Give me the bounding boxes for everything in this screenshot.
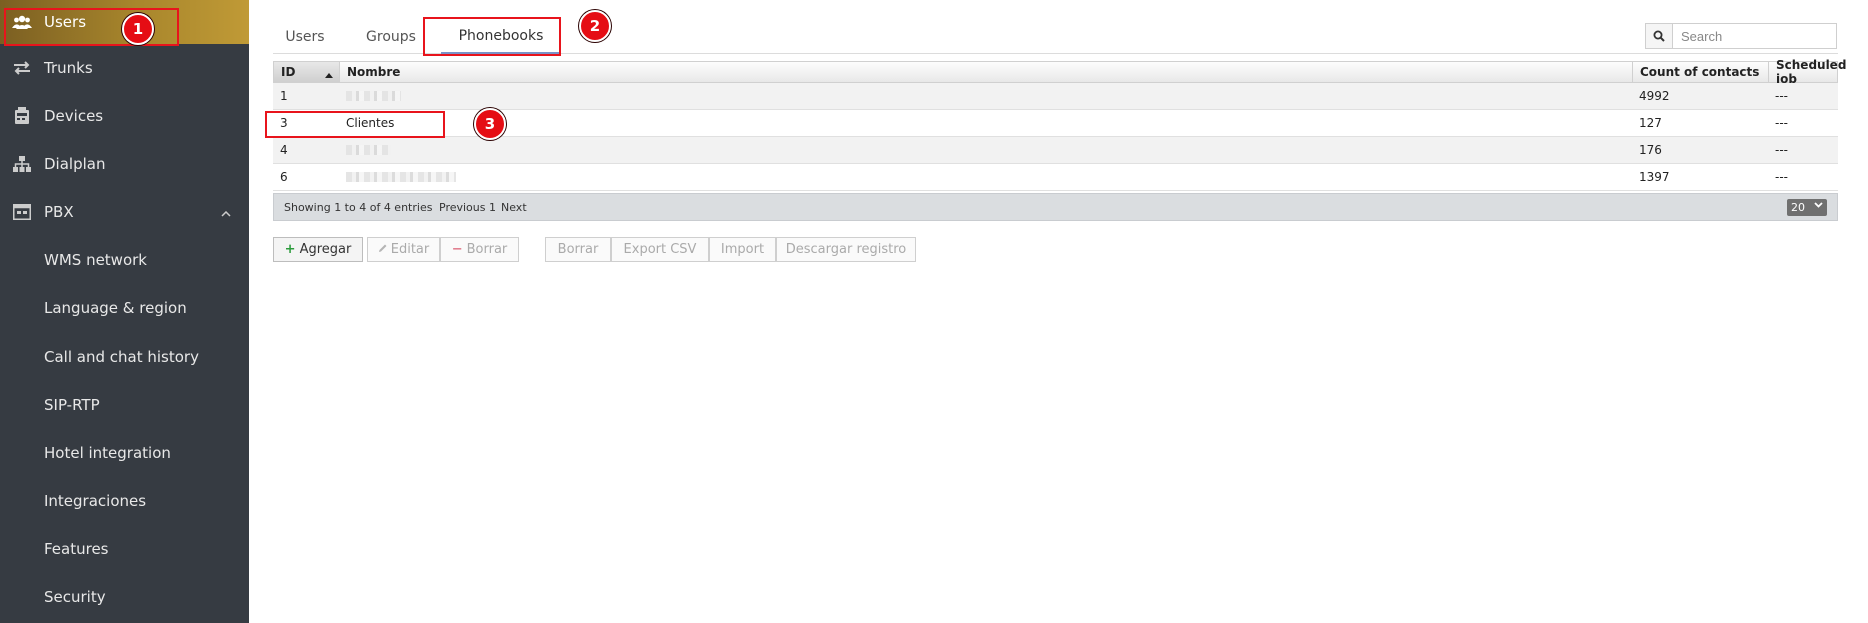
sidebar-subitem-label: WMS network [44, 251, 147, 269]
add-button-label: Agregar [299, 242, 352, 257]
cell-count: 4992 [1639, 89, 1670, 103]
cell-id: 6 [280, 170, 288, 184]
export-csv-label: Export CSV [623, 242, 697, 257]
search-input[interactable] [1673, 24, 1833, 48]
column-header-id[interactable]: ID [274, 62, 340, 82]
column-header-nombre[interactable]: Nombre [340, 62, 1633, 82]
column-header-scheduled-job[interactable]: Scheduled job [1769, 58, 1846, 86]
pager-previous[interactable]: Previous [439, 201, 486, 214]
pager-next[interactable]: Next [501, 201, 527, 214]
minus-icon: − [451, 242, 463, 257]
sitemap-icon [12, 154, 32, 174]
column-header-label: Count of contacts [1640, 65, 1760, 79]
cell-id: 1 [280, 89, 288, 103]
edit-button[interactable]: Editar [367, 237, 440, 262]
sidebar-item-language-region[interactable]: Language & region [0, 284, 249, 332]
cell-id: 4 [280, 143, 288, 157]
table-pager: Showing 1 to 4 of 4 entries Previous 1 N… [273, 193, 1838, 221]
chevron-up-icon [221, 203, 231, 221]
arrows-exchange-icon [12, 58, 32, 78]
table-header: ID Nombre Count of contacts Scheduled jo… [273, 58, 1846, 86]
pencil-icon [378, 242, 388, 257]
cell-scheduled-job: --- [1775, 89, 1788, 103]
cell-scheduled-job: --- [1775, 170, 1788, 184]
sidebar-subitem-label: Call and chat history [44, 348, 199, 366]
table-row[interactable]: 1 4992 --- [273, 83, 1838, 110]
sidebar-subitem-label: Hotel integration [44, 444, 171, 462]
column-header-label: Scheduled job [1776, 58, 1847, 86]
sidebar-item-sip-rtp[interactable]: SIP-RTP [0, 381, 249, 429]
annotation-number-1: 1 [122, 13, 154, 45]
export-csv-button[interactable]: Export CSV [611, 237, 709, 262]
download-log-button[interactable]: Descargar registro [776, 237, 916, 262]
import-button[interactable]: Import [709, 237, 776, 262]
cell-scheduled-job: --- [1775, 116, 1788, 130]
sidebar-item-devices[interactable]: Devices [0, 92, 249, 140]
page-size-select[interactable]: 20 [1787, 199, 1827, 216]
edit-button-label: Editar [390, 242, 430, 257]
sidebar-item-wms-network[interactable]: WMS network [0, 236, 249, 284]
sidebar-item-label: Dialplan [44, 155, 106, 173]
sidebar-item-security[interactable]: Security [0, 573, 249, 621]
tab-groups[interactable]: Groups [355, 20, 427, 54]
clear-button[interactable]: Borrar [545, 237, 611, 262]
sidebar-item-integraciones[interactable]: Integraciones [0, 477, 249, 525]
sidebar-item-hotel-integration[interactable]: Hotel integration [0, 429, 249, 477]
redacted-text [346, 91, 401, 101]
delete-button[interactable]: − Borrar [440, 237, 519, 262]
chevron-down-icon [1814, 200, 1823, 212]
tab-users[interactable]: Users [273, 20, 337, 54]
column-header-label: Nombre [347, 65, 401, 79]
cell-nombre-redacted [339, 83, 401, 109]
search-box [1645, 23, 1837, 49]
sidebar-item-trunks[interactable]: Trunks [0, 44, 249, 92]
sidebar-subitem-label: Language & region [44, 299, 187, 317]
column-header-label: ID [281, 65, 296, 79]
annotation-number-2: 2 [579, 10, 611, 42]
cell-count: 1397 [1639, 170, 1670, 184]
sort-ascending-icon [325, 67, 333, 81]
sidebar-item-label: Trunks [44, 59, 93, 77]
add-button[interactable]: + Agregar [273, 237, 363, 262]
search-icon[interactable] [1646, 24, 1673, 48]
cell-nombre-redacted [339, 164, 456, 190]
cell-count: 127 [1639, 116, 1662, 130]
sidebar-subitem-label: Integraciones [44, 492, 147, 510]
sidebar-item-dialplan[interactable]: Dialplan [0, 140, 249, 188]
sidebar-item-call-chat-history[interactable]: Call and chat history [0, 333, 249, 381]
column-header-count[interactable]: Count of contacts [1633, 62, 1769, 82]
annotation-number-3: 3 [474, 108, 506, 140]
table-row[interactable]: 3 Clientes 127 --- [273, 110, 1838, 137]
pbx-icon [12, 202, 32, 222]
cell-nombre-redacted [339, 137, 391, 163]
cell-scheduled-job: --- [1775, 143, 1788, 157]
sidebar-subitem-label: Features [44, 540, 109, 558]
sidebar-item-label: Devices [44, 107, 104, 125]
devices-icon [12, 106, 32, 126]
sidebar: Users Trunks Devices Dialplan PBX WMS ne… [0, 0, 249, 623]
clear-button-label: Borrar [557, 242, 599, 257]
sidebar-item-features[interactable]: Features [0, 525, 249, 573]
import-label: Import [720, 242, 765, 257]
annotation-box-3 [265, 111, 445, 138]
download-log-label: Descargar registro [785, 242, 907, 257]
redacted-text [346, 172, 456, 182]
plus-icon: + [284, 242, 296, 257]
redacted-text [346, 145, 391, 155]
sidebar-item-pbx[interactable]: PBX [0, 188, 249, 236]
pager-page-1[interactable]: 1 [489, 201, 496, 214]
annotation-box-2 [423, 17, 561, 56]
pager-info: Showing 1 to 4 of 4 entries [284, 201, 433, 214]
page-size-value: 20 [1791, 201, 1805, 214]
sidebar-item-label: PBX [44, 203, 74, 221]
cell-count: 176 [1639, 143, 1662, 157]
sidebar-subitem-label: Security [44, 588, 106, 606]
delete-button-label: Borrar [466, 242, 508, 257]
table-row[interactable]: 4 176 --- [273, 137, 1838, 164]
phonebooks-table: ID Nombre Count of contacts Scheduled jo… [273, 58, 1846, 191]
table-row[interactable]: 6 1397 --- [273, 164, 1838, 191]
sidebar-subitem-label: SIP-RTP [44, 396, 100, 414]
